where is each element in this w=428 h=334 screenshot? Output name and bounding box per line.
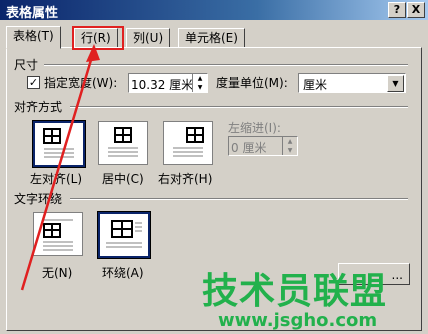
annotation-arrow-icon	[20, 44, 100, 291]
